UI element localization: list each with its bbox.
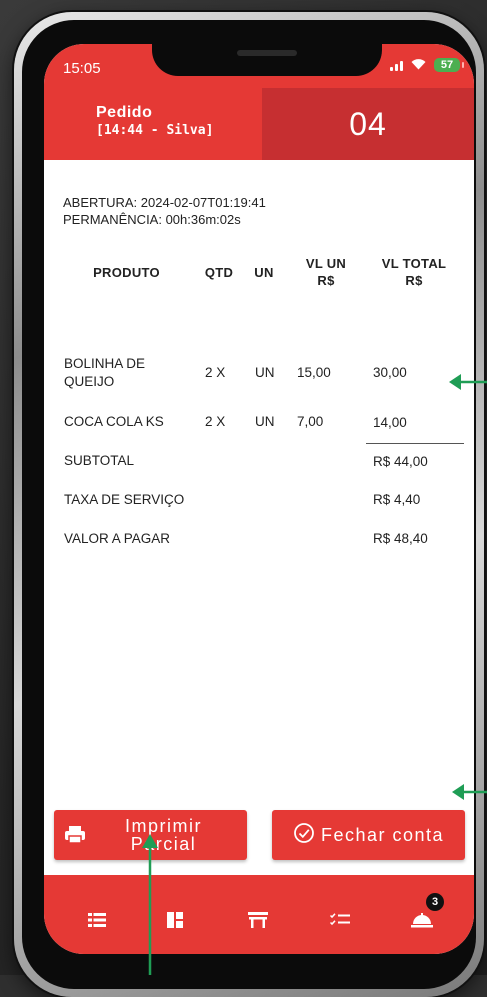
- app-screen: 15:05 57 Pedido [14:44 - Silva] 04 ABERT…: [44, 44, 474, 954]
- row-1-qty: 2 X: [205, 365, 226, 380]
- bell-icon[interactable]: 3: [405, 893, 444, 937]
- row-2-total: 14,00: [373, 415, 407, 430]
- row-1-total: 30,00: [373, 365, 407, 380]
- close-bill-button[interactable]: Fechar conta: [272, 810, 465, 860]
- notification-badge: 3: [426, 893, 444, 911]
- header-unit-price-line2: R$: [317, 273, 335, 288]
- table-number-panel: 04: [262, 88, 474, 160]
- annotation-arrow-print: [142, 834, 158, 975]
- close-bill-label: Fechar conta: [320, 825, 445, 845]
- annotation-arrow-total: [449, 374, 487, 390]
- row-1-product: BOLINHA DE QUEIJO: [64, 356, 146, 389]
- subtotal-divider: [366, 443, 464, 444]
- table-icon[interactable]: [241, 903, 275, 937]
- header-unit: UN: [254, 265, 274, 280]
- order-details: ABERTURA: 2024-02-07T01:19:41 PERMANÊNCI…: [44, 160, 474, 875]
- layout-icon[interactable]: [158, 903, 192, 937]
- signal-icon: [390, 59, 403, 71]
- header-total-line1: VL TOTAL: [381, 256, 447, 271]
- header-qty: QTD: [204, 265, 234, 280]
- annotation-arrow-close-bill: [452, 784, 487, 800]
- battery-indicator: 57: [434, 58, 464, 72]
- row-2-unit-price: 7,00: [297, 414, 324, 429]
- check-circle-icon: [293, 822, 315, 849]
- order-subtitle: [14:44 - Silva]: [96, 123, 214, 138]
- header-total-line2: R$: [405, 273, 423, 288]
- subtotal-label: SUBTOTAL: [64, 453, 135, 468]
- stay-duration: PERMANÊNCIA: 00h:36m:02s: [63, 212, 241, 227]
- list-icon[interactable]: [80, 903, 114, 937]
- opening-time: ABERTURA: 2024-02-07T01:19:41: [63, 195, 266, 210]
- wifi-icon: [411, 58, 426, 72]
- print-partial-label: Imprimir Parcial: [125, 816, 202, 854]
- camera-notch: [152, 44, 382, 76]
- subtotal-value: R$ 44,00: [373, 454, 428, 469]
- amount-due-label: VALOR A PAGAR: [64, 531, 171, 546]
- order-info: Pedido [14:44 - Silva]: [44, 88, 262, 160]
- order-title: Pedido: [96, 104, 153, 121]
- order-meta: ABERTURA: 2024-02-07T01:19:41 PERMANÊNCI…: [63, 194, 266, 228]
- checklist-icon[interactable]: [323, 903, 357, 937]
- speaker-grille: [237, 50, 297, 56]
- bottom-tab-bar: 3: [44, 875, 474, 954]
- status-icons: 57: [390, 58, 464, 72]
- status-bar: 15:05 57: [44, 44, 474, 88]
- row-1-unit: UN: [255, 365, 275, 380]
- amount-due-value: R$ 48,40: [373, 531, 428, 546]
- order-header: Pedido [14:44 - Silva] 04: [44, 88, 474, 160]
- row-2-qty: 2 X: [205, 414, 226, 429]
- header-product: PRODUTO: [93, 265, 160, 280]
- service-fee-value: R$ 4,40: [373, 492, 421, 507]
- row-1-unit-price: 15,00: [297, 365, 331, 380]
- printer-icon: [64, 825, 86, 850]
- row-2-product: COCA COLA KS: [64, 414, 164, 429]
- table-number: 04: [349, 105, 387, 142]
- header-unit-price-line1: VL UN: [305, 256, 347, 271]
- header-unit-price: VL UN R$: [294, 255, 358, 289]
- status-time: 15:05: [63, 60, 101, 77]
- row-2-unit: UN: [255, 414, 275, 429]
- service-fee-label: TAXA DE SERVIÇO: [64, 492, 185, 507]
- header-total: VL TOTAL R$: [369, 255, 459, 289]
